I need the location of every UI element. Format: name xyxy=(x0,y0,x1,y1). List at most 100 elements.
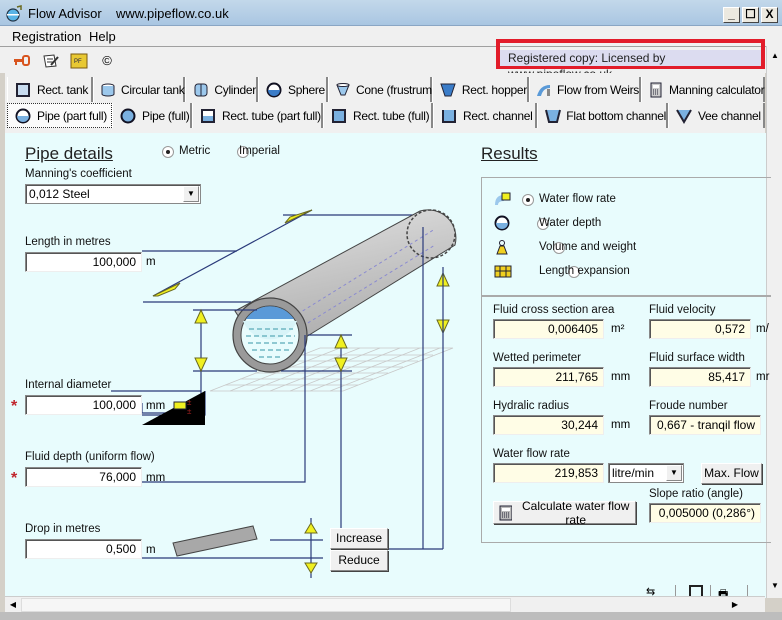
minimize-button[interactable]: _ xyxy=(723,7,740,23)
pipe-part-full-icon xyxy=(14,108,32,124)
internal-diameter-input[interactable]: 100,000 xyxy=(25,395,142,415)
fluid-depth-label: Fluid depth (uniform flow) xyxy=(25,451,155,463)
froude-number-label: Froude number xyxy=(649,400,728,412)
hopper-icon xyxy=(439,82,457,98)
calculation-mode-group: Water flow rate Water depth Volume and w… xyxy=(481,177,771,296)
copyright-icon[interactable]: © xyxy=(98,53,116,69)
pipe-part-full-panel: Pipe details Metric Imperial Manning's c… xyxy=(5,133,771,600)
rect-channel-icon xyxy=(440,108,458,124)
app-icon xyxy=(6,5,22,22)
manning-label: Manning's coefficient xyxy=(25,168,132,180)
window-url: www.pipeflow.co.uk xyxy=(116,6,229,21)
water-depth-label: Water depth xyxy=(539,217,602,229)
menu-help[interactable]: Help xyxy=(89,29,116,44)
tab-manning-calculator[interactable]: Manning calculator xyxy=(641,77,765,102)
volume-weight-label: Volume and weight xyxy=(539,241,637,253)
results-group: Fluid cross section area 0,006405 m² Flu… xyxy=(481,296,771,543)
froude-number-output: 0,667 - tranqil flow xyxy=(649,415,761,435)
cone-icon xyxy=(335,82,351,98)
drop-input[interactable]: 0,500 xyxy=(25,539,142,559)
chevron-down-icon[interactable]: ▼ xyxy=(666,465,682,481)
hydraulic-radius-unit: mm xyxy=(611,419,631,431)
tab-rect-hopper[interactable]: Rect. hopper xyxy=(432,77,529,102)
length-expansion-label: Length expansion xyxy=(539,265,630,277)
flow-rate-icon xyxy=(495,192,511,205)
hydraulic-radius-label: Hydralic radius xyxy=(493,400,570,412)
window-title: Flow Advisor xyxy=(28,6,102,21)
fluid-depth-input[interactable]: 76,000 xyxy=(25,467,142,487)
pipeflow-book-icon[interactable]: PF xyxy=(70,53,88,69)
rect-tank-icon xyxy=(14,82,32,98)
metric-radio[interactable] xyxy=(162,146,174,158)
tab-rect-tank[interactable]: Rect. tank xyxy=(7,77,93,102)
required-marker: * xyxy=(11,398,18,415)
tab-flow-from-weirs[interactable]: Flow from Weirs xyxy=(529,77,641,102)
drop-unit: m xyxy=(146,544,156,556)
hydraulic-radius-output: 30,244 xyxy=(493,415,604,435)
tab-rect-tube-full[interactable]: Rect. tube (full) xyxy=(323,103,433,128)
wetted-perimeter-output: 211,765 xyxy=(493,367,604,387)
imperial-label: Imperial xyxy=(239,145,280,157)
tab-circular-tank[interactable]: Circular tank xyxy=(93,77,185,102)
flow-unit-select[interactable]: litre/min ▼ xyxy=(608,463,684,483)
pipe-size-lookup-icon[interactable]: ±± xyxy=(173,396,195,416)
horizontal-scrollbar[interactable]: ◀ ▶ xyxy=(5,596,765,613)
cross-section-area-output: 0,006405 xyxy=(493,319,604,339)
scroll-up-button[interactable]: ▲ xyxy=(767,48,782,64)
scroll-down-button[interactable]: ▼ xyxy=(767,578,782,594)
tab-cone[interactable]: Cone (frustrum) xyxy=(328,77,436,102)
reduce-button[interactable]: Reduce xyxy=(330,550,388,571)
manning-select[interactable]: 0,012 Steel ▼ xyxy=(25,184,201,204)
results-heading: Results xyxy=(481,144,538,163)
key-icon[interactable] xyxy=(13,53,31,69)
velocity-label: Fluid velocity xyxy=(649,304,716,316)
slope-ratio-label: Slope ratio (angle) xyxy=(649,488,743,500)
pipe-full-icon xyxy=(119,108,137,124)
length-input[interactable]: 100,000 xyxy=(25,252,142,272)
velocity-unit: m/ xyxy=(756,323,769,335)
length-label: Length in metres xyxy=(25,236,111,248)
tab-pipe-part-full[interactable]: Pipe (part full) xyxy=(7,103,112,128)
tab-rect-tube-part-full[interactable]: Rect. tube (part full) xyxy=(192,103,323,128)
title-bar: Flow Advisor www.pipeflow.co.uk _ ☐ X xyxy=(0,0,782,26)
max-flow-button[interactable]: Max. Flow xyxy=(701,463,762,484)
calculator-icon xyxy=(648,82,664,98)
water-flow-rate-radio[interactable] xyxy=(522,194,534,206)
circular-tank-icon xyxy=(100,82,116,98)
scroll-left-button[interactable]: ◀ xyxy=(5,597,21,613)
sphere-icon xyxy=(265,82,283,98)
scroll-right-button[interactable]: ▶ xyxy=(727,597,743,613)
scroll-thumb[interactable] xyxy=(21,598,511,612)
water-depth-icon xyxy=(494,215,510,231)
tab-pipe-full[interactable]: Pipe (full) xyxy=(112,103,192,128)
chevron-down-icon[interactable]: ▼ xyxy=(183,186,199,202)
register-pencil-icon[interactable] xyxy=(42,53,60,69)
cross-section-area-unit: m² xyxy=(611,323,625,335)
internal-diameter-label: Internal diameter xyxy=(25,379,112,391)
tab-rect-channel[interactable]: Rect. channel xyxy=(433,103,537,128)
water-flow-rate-output: 219,853 xyxy=(493,463,604,483)
flat-bottom-channel-icon xyxy=(544,108,561,124)
close-button[interactable]: X xyxy=(761,7,778,23)
tab-sphere[interactable]: Sphere xyxy=(258,77,328,102)
surface-width-output: 85,417 xyxy=(649,367,751,387)
length-expansion-icon xyxy=(494,265,512,278)
slope-ratio-output: 0,005000 (0,286°) xyxy=(649,503,761,523)
tab-cylinder[interactable]: Cylinder xyxy=(185,77,258,102)
weir-icon xyxy=(536,82,552,98)
tab-flat-bottom-channel[interactable]: Flat bottom channel xyxy=(537,103,668,128)
menu-registration[interactable]: Registration xyxy=(12,29,81,44)
increase-button[interactable]: Increase xyxy=(330,528,388,549)
required-marker: * xyxy=(11,470,18,487)
calculate-button[interactable]: Calculate water flow rate xyxy=(493,499,636,527)
drop-pipe-icon xyxy=(172,525,258,557)
vee-channel-icon xyxy=(675,108,693,124)
rect-tube-full-icon xyxy=(330,108,348,124)
length-unit: m xyxy=(146,256,156,268)
svg-text:PF: PF xyxy=(74,59,82,65)
metric-label: Metric xyxy=(179,145,211,157)
tab-vee-channel[interactable]: Vee channel xyxy=(668,103,765,128)
surface-width-label: Fluid surface width xyxy=(649,352,745,364)
water-flow-rate-result-label: Water flow rate xyxy=(493,448,570,460)
maximize-button[interactable]: ☐ xyxy=(742,7,759,23)
